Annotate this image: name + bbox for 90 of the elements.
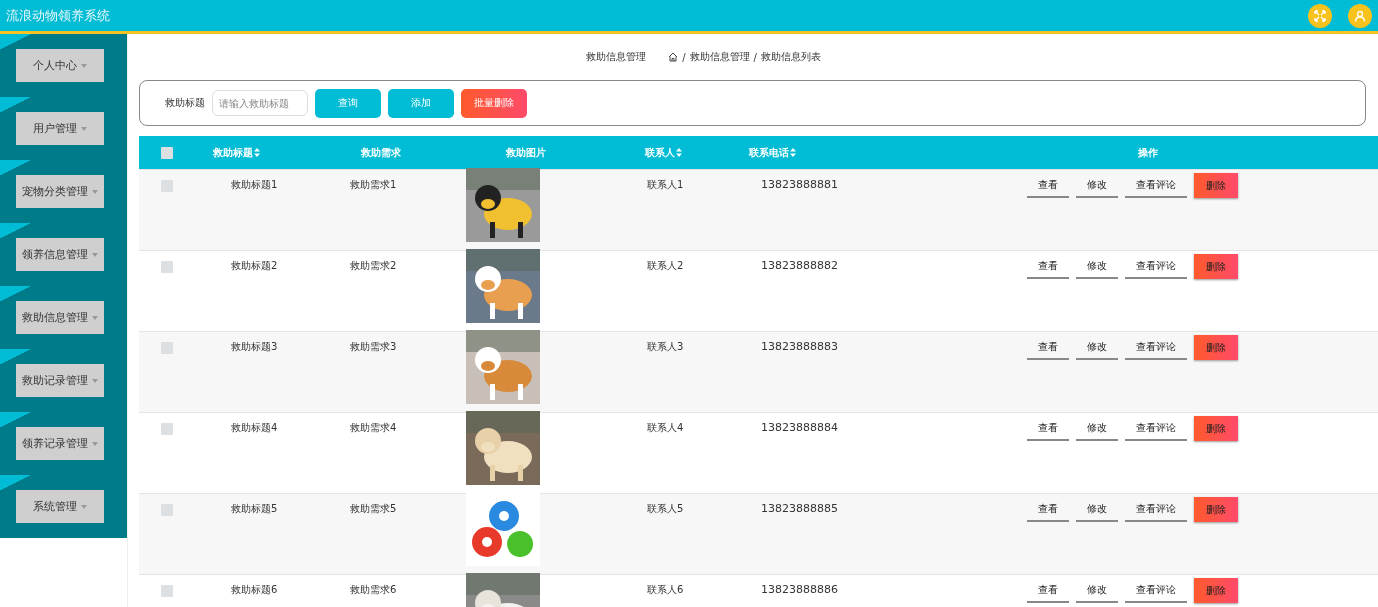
action-link[interactable]: 修改: [1076, 335, 1118, 360]
breadcrumb-link[interactable]: 救助信息管理: [689, 50, 750, 64]
search-label: 救助标题: [165, 96, 205, 110]
sidebar-menu-button[interactable]: 个人中心: [16, 49, 104, 82]
delete-button[interactable]: 删除: [1194, 335, 1238, 360]
table-cell: 13823888883: [761, 340, 838, 353]
caret-icon: [92, 378, 98, 383]
caret-icon: [81, 126, 87, 131]
home-icon[interactable]: [668, 52, 679, 62]
column-header: 救助需求: [361, 145, 401, 160]
action-link[interactable]: 查看: [1027, 173, 1069, 198]
action-link[interactable]: 查看评论: [1125, 173, 1187, 198]
table-cell: 救助需求3: [350, 340, 397, 354]
caret-icon: [92, 315, 98, 320]
sidebar-menu-button[interactable]: 系统管理: [16, 490, 104, 523]
breadcrumb-link[interactable]: 救助信息列表: [760, 50, 821, 64]
row-checkbox[interactable]: [161, 180, 173, 192]
delete-button[interactable]: 删除: [1194, 416, 1238, 441]
app-title: 流浪动物领养系统: [6, 6, 111, 25]
row-checkbox[interactable]: [161, 261, 173, 273]
action-link[interactable]: 查看评论: [1125, 254, 1187, 279]
table-cell: 救助需求5: [350, 502, 397, 516]
user-icon: [1354, 9, 1366, 22]
action-link[interactable]: 查看: [1027, 254, 1069, 279]
fullscreen-button[interactable]: [1308, 3, 1332, 28]
action-link[interactable]: 查看评论: [1125, 416, 1187, 441]
delete-button[interactable]: 删除: [1194, 254, 1238, 279]
sidebar-menu-button[interactable]: 宠物分类管理: [16, 175, 104, 208]
user-button[interactable]: [1348, 3, 1372, 28]
table-cell: 救助标题2: [231, 259, 278, 273]
delete-button[interactable]: 删除: [1194, 578, 1238, 603]
table-cell: 联系人4: [647, 421, 684, 435]
table-cell: 联系人6: [647, 583, 684, 597]
page-title: 救助信息管理: [586, 50, 647, 64]
table-cell: 13823888881: [761, 178, 838, 191]
table-cell: 13823888884: [761, 421, 838, 434]
table-cell: 13823888885: [761, 502, 838, 515]
column-header: 操作: [1137, 145, 1158, 160]
select-all-checkbox[interactable]: [161, 146, 173, 159]
action-link[interactable]: 查看评论: [1125, 497, 1187, 522]
table-cell: 救助需求2: [350, 259, 397, 273]
table-cell: 救助标题5: [231, 502, 278, 516]
caret-icon: [92, 252, 98, 257]
caret-icon: [92, 189, 98, 194]
action-link[interactable]: 修改: [1076, 254, 1118, 279]
search-field[interactable]: 请输入救助标题: [212, 90, 308, 116]
row-checkbox[interactable]: [161, 423, 173, 435]
row-checkbox[interactable]: [161, 342, 173, 354]
action-link[interactable]: 查看: [1027, 578, 1069, 603]
table-cell: 救助标题3: [231, 340, 278, 354]
row-checkbox[interactable]: [161, 504, 173, 516]
table-cell: 13823888886: [761, 583, 838, 596]
action-link[interactable]: 查看: [1027, 497, 1069, 522]
sidebar-menu-button[interactable]: 用户管理: [16, 112, 104, 145]
delete-button[interactable]: 删除: [1194, 173, 1238, 198]
table-cell: 救助标题6: [231, 583, 278, 597]
action-link[interactable]: 查看评论: [1125, 335, 1187, 360]
delete-button[interactable]: 删除: [1194, 497, 1238, 522]
expand-icon: [1314, 9, 1326, 22]
sort-icon[interactable]: [790, 148, 796, 157]
caret-icon: [92, 441, 98, 446]
action-link[interactable]: 查看评论: [1125, 578, 1187, 603]
action-link[interactable]: 修改: [1076, 416, 1118, 441]
sidebar-menu-button[interactable]: 领养记录管理: [16, 427, 104, 460]
sort-icon[interactable]: [254, 148, 260, 157]
action-link[interactable]: 修改: [1076, 578, 1118, 603]
breadcrumb-separator: /: [753, 51, 757, 63]
table-cell: 救助需求4: [350, 421, 397, 435]
action-link[interactable]: 修改: [1076, 173, 1118, 198]
caret-icon: [81, 63, 87, 68]
table-cell: 联系人2: [647, 259, 684, 273]
action-link[interactable]: 查看: [1027, 416, 1069, 441]
row-checkbox[interactable]: [161, 585, 173, 597]
table-cell: 救助需求6: [350, 583, 397, 597]
table-cell: 救助需求1: [350, 178, 397, 192]
sort-icon[interactable]: [676, 148, 682, 157]
sidebar-menu-button[interactable]: 领养信息管理: [16, 238, 104, 271]
column-header: 救助图片: [505, 145, 546, 160]
sidebar-menu-button[interactable]: 救助信息管理: [16, 301, 104, 334]
table-cell: 13823888882: [761, 259, 838, 272]
table-cell: 联系人5: [647, 502, 684, 516]
action-link[interactable]: 修改: [1076, 497, 1118, 522]
caret-icon: [81, 504, 87, 509]
breadcrumb-separator: /: [682, 51, 686, 63]
table-cell: 救助标题4: [231, 421, 278, 435]
sidebar-menu-button[interactable]: 救助记录管理: [16, 364, 104, 397]
action-link[interactable]: 查看: [1027, 335, 1069, 360]
table-cell: 救助标题1: [231, 178, 278, 192]
table-cell: 联系人1: [647, 178, 684, 192]
table-cell: 联系人3: [647, 340, 684, 354]
